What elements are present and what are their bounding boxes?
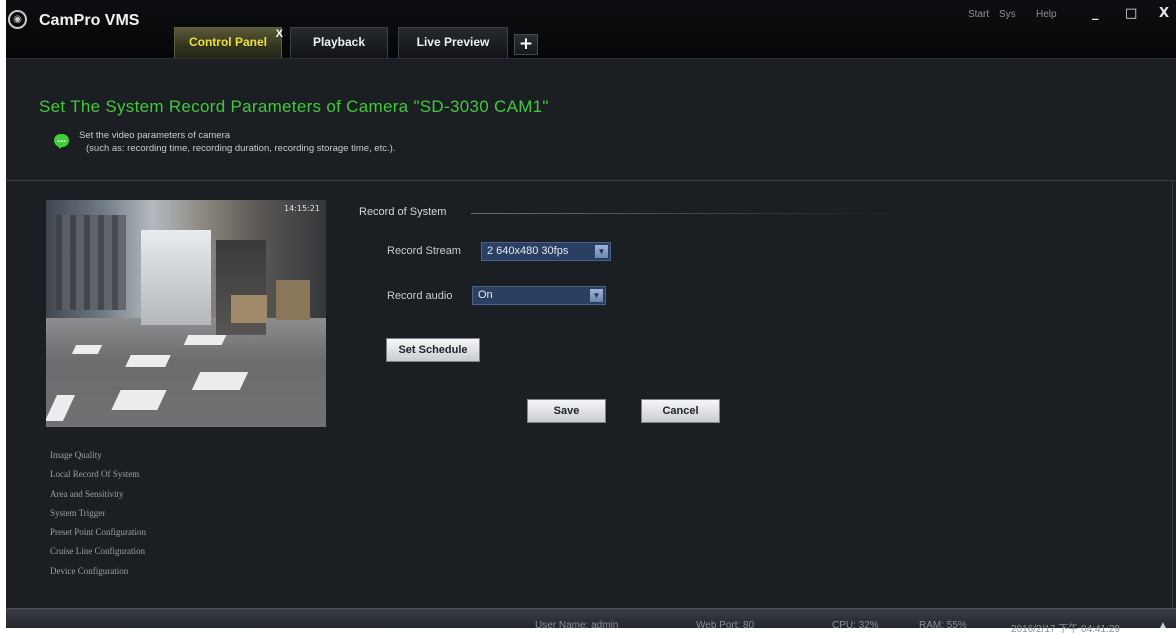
side-menu-item[interactable]: Area and Sensitivity	[50, 485, 146, 504]
maximize-icon[interactable]: □	[1125, 6, 1137, 21]
preview-light	[71, 345, 103, 354]
tab-live-preview[interactable]: Live Preview	[398, 27, 508, 58]
tab-label: Playback	[312, 35, 366, 49]
config-side-menu: Image Quality Local Record Of System Are…	[50, 446, 146, 581]
record-audio-label: Record audio	[387, 290, 453, 302]
preview-wall	[141, 230, 211, 325]
status-cpu: CPU: 32%	[832, 620, 879, 631]
menu-start[interactable]: Start	[968, 9, 989, 20]
scroll-up-icon[interactable]: ▲	[1158, 620, 1168, 631]
save-button[interactable]: Save	[527, 399, 606, 423]
section-divider	[471, 213, 891, 214]
chevron-down-icon[interactable]: ▼	[595, 245, 608, 258]
status-datetime: 2016/2/17 下午 04:41:29	[1011, 624, 1120, 635]
preview-timestamp: 14:15:21	[284, 204, 320, 213]
title-bar: ◉ CamPro VMS Control Panel X Playback Li…	[6, 0, 1176, 59]
record-audio-select[interactable]: On ▼	[472, 286, 606, 305]
cancel-button[interactable]: Cancel	[641, 399, 720, 423]
add-tab-button[interactable]: +	[514, 34, 538, 55]
status-port: Web Port: 80	[696, 620, 755, 631]
minimize-icon[interactable]: _	[1092, 6, 1099, 21]
camera-preview: 14:15:21	[46, 200, 326, 427]
header-divider	[6, 180, 1176, 181]
menu-sys[interactable]: Sys	[999, 9, 1016, 20]
tab-playback[interactable]: Playback	[290, 27, 388, 58]
close-window-icon[interactable]: X	[1159, 6, 1169, 21]
side-menu-item[interactable]: Device Configuration	[50, 562, 146, 581]
preview-box	[231, 295, 267, 323]
record-stream-label: Record Stream	[387, 245, 461, 257]
tab-label: Control Panel	[188, 35, 267, 49]
chevron-down-icon[interactable]: ▼	[590, 289, 603, 302]
preview-floor	[46, 318, 326, 427]
tab-control-panel[interactable]: Control Panel X	[174, 27, 283, 58]
status-ram: RAM: 55%	[919, 620, 967, 631]
speech-bubble-icon: …	[54, 134, 69, 149]
record-stream-value: 2 640x480 30fps	[487, 245, 569, 257]
preview-light	[191, 372, 249, 390]
status-bar: User Name: admin Web Port: 80 CPU: 32% R…	[6, 608, 1176, 635]
menu-help[interactable]: Help	[1036, 9, 1057, 20]
page-title: Set The System Record Parameters of Came…	[39, 97, 549, 116]
close-icon[interactable]: X	[276, 20, 283, 49]
right-divider	[1172, 180, 1173, 608]
preview-light	[183, 335, 227, 345]
tab-label: Live Preview	[416, 35, 490, 49]
description-line-1: Set the video parameters of camera	[79, 130, 231, 141]
record-stream-select[interactable]: 2 640x480 30fps ▼	[481, 242, 611, 261]
side-menu-item[interactable]: Cruise Line Configuration	[50, 542, 146, 561]
app-window: ◉ CamPro VMS Control Panel X Playback Li…	[6, 0, 1176, 635]
side-menu-item[interactable]: System Trigger	[50, 504, 146, 523]
record-audio-value: On	[478, 289, 493, 301]
set-schedule-button[interactable]: Set Schedule	[386, 338, 480, 362]
section-label: Record of System	[359, 206, 447, 218]
side-menu-item[interactable]: Local Record Of System	[50, 465, 146, 484]
side-menu-item[interactable]: Preset Point Configuration	[50, 523, 146, 542]
status-user: User Name: admin	[535, 620, 619, 631]
preview-box	[276, 280, 310, 320]
side-menu-item[interactable]: Image Quality	[50, 446, 146, 465]
preview-light	[125, 355, 171, 367]
preview-shelf	[56, 215, 126, 310]
camera-logo-icon: ◉	[8, 10, 27, 29]
description-line-2: (such as: recording time, recording dura…	[86, 143, 396, 154]
app-title: CamPro VMS	[39, 12, 140, 29]
preview-light	[111, 390, 167, 410]
